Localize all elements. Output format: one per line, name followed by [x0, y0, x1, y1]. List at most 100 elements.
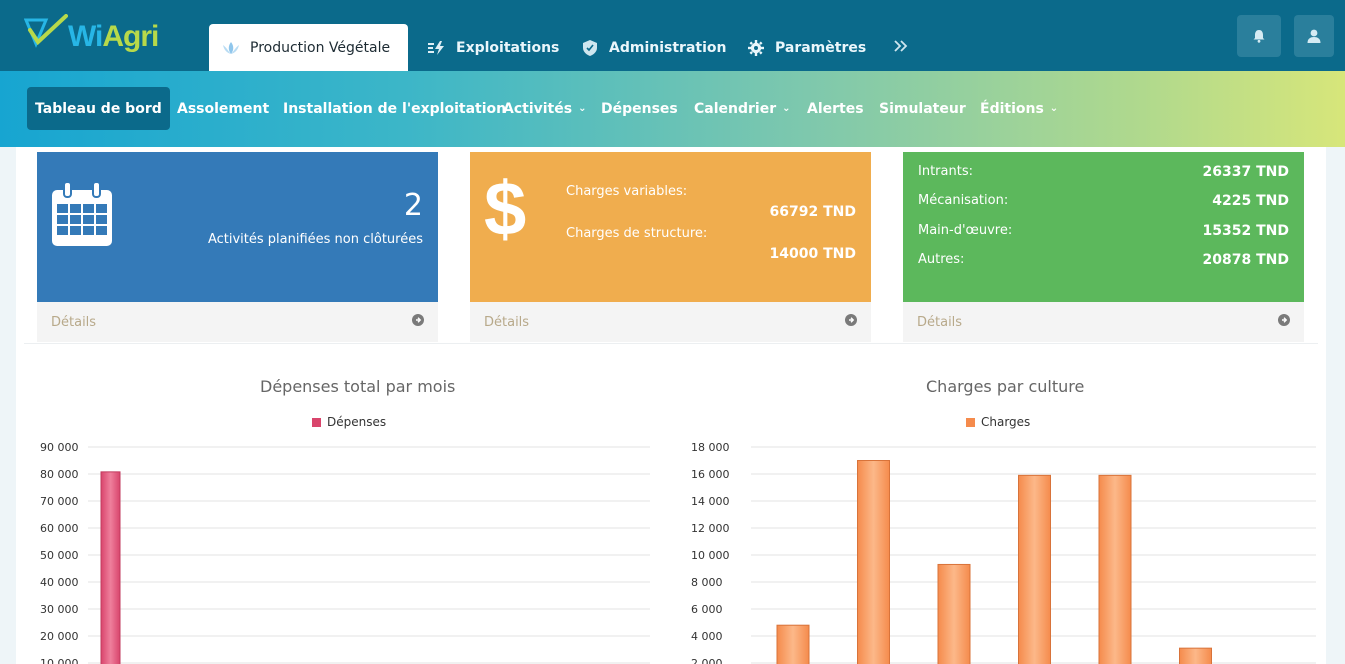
chart-depenses-svg: 90 000 80 000 70 000 60 000 50 000 40 000 30 0…: [40, 441, 650, 664]
y-tick-label: 50 000: [40, 549, 79, 562]
legend-label: Charges: [981, 415, 1031, 429]
subnav-label: Assolement: [177, 100, 270, 117]
top-header: WiAgri Production Végétale Exploitations…: [0, 0, 1345, 71]
logo-agri: Agri: [102, 20, 159, 53]
details-label: Détails: [917, 314, 963, 330]
subnav-label: Alertes: [807, 100, 864, 117]
breakdown-label: Main-d'œuvre:: [918, 223, 1013, 238]
breakdown-label: Intrants:: [918, 164, 973, 179]
flash-list-icon: [428, 39, 446, 57]
section-divider: [24, 343, 1318, 344]
activities-count: 2: [403, 188, 423, 223]
logo-wi: Wi: [68, 20, 103, 53]
chart-bar[interactable]: [1098, 474, 1132, 664]
chart-charges-title: Charges par culture: [926, 377, 1085, 396]
y-tick-label: 6 000: [691, 603, 723, 616]
chart-bar[interactable]: [937, 563, 971, 664]
y-tick-label: 70 000: [40, 495, 79, 508]
breakdown-value: 26337 TND: [1202, 164, 1289, 180]
subnav-label: Dépenses: [601, 100, 678, 117]
breakdown-value: 4225 TND: [1212, 193, 1289, 209]
subnav-simulateur[interactable]: Simulateur: [879, 87, 966, 130]
y-tick-label: 60 000: [40, 522, 79, 535]
y-tick-label: 12 000: [691, 522, 730, 535]
chevron-down-icon: ⌄: [782, 103, 791, 114]
dashboard-content: 2 Activités planifiées non clôturées Dét…: [16, 147, 1326, 664]
subnav-installation[interactable]: Installation de l'exploitation: [283, 87, 506, 130]
legend-label: Dépenses: [327, 415, 387, 429]
subnav-label: Tableau de bord: [35, 100, 162, 117]
subnav-label: Activités: [503, 100, 573, 117]
tab-label: Exploitations: [456, 39, 560, 56]
tabs-more-chevron[interactable]: [893, 24, 909, 71]
subnav-label: Installation de l'exploitation: [283, 100, 507, 117]
y-tick-label: 30 000: [40, 603, 79, 616]
tab-label: Production Végétale: [250, 39, 391, 56]
subnav-alertes[interactable]: Alertes: [807, 87, 864, 130]
chart-depenses-legend[interactable]: Dépenses: [312, 415, 386, 429]
breakdown-label: Autres:: [918, 252, 965, 267]
chart-bar[interactable]: [776, 624, 810, 664]
activities-details-link[interactable]: Détails: [37, 302, 438, 342]
kpi-activities-card: 2 Activités planifiées non clôturées: [37, 152, 438, 302]
chart-bar[interactable]: [100, 471, 121, 664]
notifications-button[interactable]: [1237, 15, 1281, 57]
bell-icon: [1253, 30, 1265, 43]
lotus-icon: [222, 39, 240, 57]
y-tick-label: 18 000: [691, 441, 730, 454]
charges-variables-value: 66792 TND: [769, 204, 856, 220]
chart-depenses-title: Dépenses total par mois: [260, 377, 456, 396]
chart-bar[interactable]: [1018, 474, 1051, 664]
legend-swatch: [312, 417, 321, 427]
tab-label: Paramètres: [775, 39, 867, 56]
tab-label: Administration: [609, 39, 727, 56]
logo-text: WiAgri: [68, 20, 159, 54]
subnav-depenses[interactable]: Dépenses: [601, 87, 678, 130]
y-tick-label: 10 000: [40, 657, 79, 664]
charges-structure-label: Charges de structure:: [566, 226, 708, 241]
tab-exploitations[interactable]: Exploitations: [428, 24, 559, 71]
subnav-tableau-de-bord[interactable]: Tableau de bord: [27, 87, 170, 130]
details-label: Détails: [484, 314, 530, 330]
shield-icon: [581, 39, 599, 57]
arrow-circle-right-icon: [1278, 314, 1290, 330]
breakdown-value: 20878 TND: [1202, 252, 1289, 268]
y-tick-label: 16 000: [691, 468, 730, 481]
wiagri-logo[interactable]: WiAgri: [23, 14, 164, 58]
subnav-assolement[interactable]: Assolement: [177, 87, 269, 130]
tab-production-vegetale[interactable]: Production Végétale: [209, 24, 408, 71]
subnav-label: Éditions: [980, 100, 1044, 117]
chart-charges-svg: 18 000 16 000 14 000 12 000 10 000 8 000 6 000…: [691, 441, 1316, 664]
tab-parametres[interactable]: Paramètres: [747, 24, 866, 71]
chevron-down-icon: ⌄: [578, 103, 587, 114]
breakdown-value: 15352 TND: [1202, 223, 1289, 239]
subnav-editions[interactable]: Éditions ⌄: [980, 87, 1058, 130]
charges-details-link[interactable]: Détails: [470, 302, 871, 342]
user-menu-button[interactable]: [1294, 15, 1334, 57]
y-tick-label: 90 000: [40, 441, 79, 454]
y-tick-label: 8 000: [691, 576, 723, 589]
user-icon: [1307, 29, 1321, 43]
y-tick-label: 20 000: [40, 630, 79, 643]
chart-bar[interactable]: [1179, 647, 1212, 664]
subnav-calendrier[interactable]: Calendrier ⌄: [694, 87, 791, 130]
breakdown-details-link[interactable]: Détails: [903, 302, 1304, 342]
arrow-circle-right-icon: [412, 314, 424, 330]
gear-icon: [747, 39, 765, 57]
y-tick-label: 2 000: [691, 657, 723, 664]
double-chevron-right-icon: [893, 39, 909, 56]
y-tick-label: 10 000: [691, 549, 730, 562]
arrow-circle-right-icon: [845, 314, 857, 330]
chart-bar[interactable]: [857, 460, 890, 664]
y-tick-label: 14 000: [691, 495, 730, 508]
activities-label: Activités planifiées non clôturées: [207, 232, 423, 247]
logo-check-icon: [23, 14, 68, 48]
tab-administration[interactable]: Administration: [581, 24, 726, 71]
charges-variables-label: Charges variables:: [566, 184, 688, 199]
details-label: Détails: [51, 314, 97, 330]
subnav-activites[interactable]: Activités ⌄: [503, 87, 586, 130]
chart-charges-legend[interactable]: Charges: [966, 415, 1030, 429]
subnav-label: Simulateur: [879, 100, 966, 117]
calendar-icon: [52, 182, 112, 246]
y-tick-label: 80 000: [40, 468, 79, 481]
